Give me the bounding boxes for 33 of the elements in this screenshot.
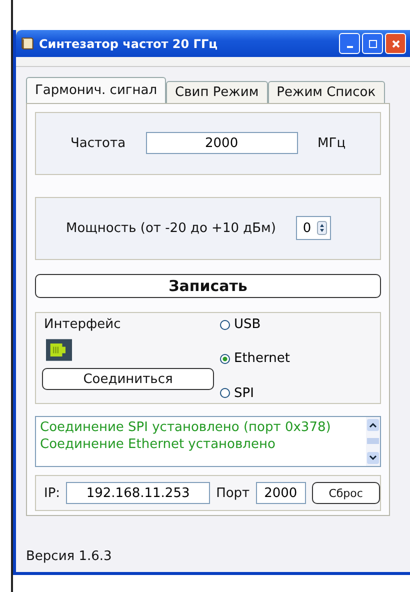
reset-button[interactable]: Сброс	[312, 482, 380, 504]
write-button[interactable]: Записать	[35, 274, 381, 298]
tab[interactable]: Гармонич. сигнал	[26, 77, 166, 103]
log-line: Соединение Ethernet установлено	[40, 436, 276, 453]
maximize-button[interactable]	[362, 33, 383, 54]
unit-label: МГц	[318, 136, 346, 151]
port-field[interactable]: 2000	[256, 482, 306, 504]
version-label: Версия 1.6.3	[26, 549, 113, 566]
interface-label: Интерфейс	[44, 317, 122, 332]
scroll-bar[interactable]	[366, 416, 380, 466]
network-port-icon	[46, 338, 72, 362]
tab[interactable]: Режим Список	[268, 81, 385, 103]
close-icon	[390, 38, 400, 48]
log-line: Соединение SPI установлено (порт 0x378)	[40, 418, 332, 436]
connect-button[interactable]: Соединиться	[42, 368, 214, 390]
ip-label: IP:	[44, 486, 60, 501]
radio-option[interactable]: Ethernet	[220, 351, 290, 366]
minimize-icon	[346, 46, 352, 48]
ip-field[interactable]: 192.168.11.253	[66, 482, 210, 504]
tab[interactable]: Свип Режим	[166, 81, 268, 103]
maximize-icon	[368, 38, 378, 48]
minimize-button[interactable]	[339, 33, 360, 54]
spin-arrows-icon	[317, 221, 328, 236]
window-title: Синтезатор частот 20 ГГц	[39, 36, 218, 50]
power-label: Мощность (от -20 до +10 дБм)	[66, 220, 276, 236]
power-spinbox[interactable]: 0	[296, 216, 332, 240]
radio-option[interactable]: USB	[220, 317, 290, 332]
book-icon	[20, 36, 35, 51]
frequency-label: Частота	[70, 136, 126, 151]
port-label: Порт	[216, 486, 250, 501]
frequency-field[interactable]: 2000	[146, 132, 298, 154]
radio-option[interactable]: SPI	[220, 386, 290, 401]
close-button[interactable]	[385, 33, 406, 54]
